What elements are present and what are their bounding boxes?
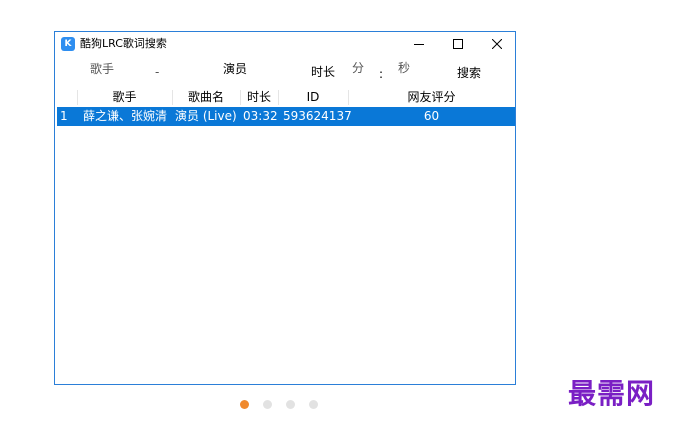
duration-label: 时长 bbox=[311, 65, 336, 79]
minutes-label[interactable]: 分 bbox=[352, 60, 364, 76]
title-bar[interactable]: K 酷狗LRC歌词搜索 bbox=[55, 32, 515, 56]
results-table: 歌手 歌曲名 时长 ID 网友评分 1 薛之谦、张婉清 演员 (Live) 03… bbox=[57, 88, 515, 126]
minimize-button[interactable] bbox=[400, 32, 438, 56]
carousel-dot[interactable] bbox=[309, 400, 318, 409]
cell-duration: 03:32 bbox=[243, 109, 278, 123]
window-title: 酷狗LRC歌词搜索 bbox=[80, 37, 167, 50]
dash-separator: - bbox=[155, 65, 160, 79]
cell-rating: 60 bbox=[423, 109, 440, 123]
table-header: 歌手 歌曲名 时长 ID 网友评分 bbox=[57, 88, 515, 107]
carousel-dot[interactable] bbox=[263, 400, 272, 409]
row-index: 1 bbox=[60, 109, 68, 123]
close-button[interactable] bbox=[478, 32, 516, 56]
seconds-label[interactable]: 秒 bbox=[398, 60, 410, 76]
singer-label: 歌手 bbox=[90, 62, 115, 76]
carousel-dot[interactable] bbox=[286, 400, 295, 409]
carousel-dot[interactable] bbox=[240, 400, 249, 409]
column-header-song[interactable]: 歌曲名 bbox=[172, 88, 240, 107]
song-input[interactable]: 演员 bbox=[223, 61, 247, 77]
cell-song: 演员 (Live) bbox=[175, 109, 237, 123]
column-header-rating[interactable]: 网友评分 bbox=[348, 88, 515, 107]
singer-input[interactable] bbox=[125, 61, 153, 77]
cell-id: 593624137 bbox=[283, 109, 352, 123]
maximize-icon bbox=[453, 39, 463, 49]
table-row[interactable]: 1 薛之谦、张婉清 演员 (Live) 03:32 593624137 60 bbox=[57, 107, 515, 126]
kugou-app-icon: K bbox=[61, 37, 75, 51]
column-header-singer[interactable]: 歌手 bbox=[77, 88, 172, 107]
column-header-duration[interactable]: 时长 bbox=[240, 88, 278, 107]
watermark-logo: 最需网 bbox=[568, 377, 656, 410]
cell-singer: 薛之谦、张婉清 bbox=[83, 109, 168, 123]
minimize-icon bbox=[414, 44, 424, 45]
colon-separator: : bbox=[379, 67, 384, 81]
lrc-search-window: K 酷狗LRC歌词搜索 歌手 - 演员 时长 分 : 秒 搜索 歌手 歌曲名 时… bbox=[54, 31, 516, 385]
close-icon bbox=[492, 39, 502, 49]
search-button[interactable]: 搜索 bbox=[457, 65, 481, 81]
search-bar: 歌手 - 演员 时长 分 : 秒 搜索 bbox=[55, 58, 515, 84]
column-header-id[interactable]: ID bbox=[278, 88, 348, 107]
maximize-button[interactable] bbox=[439, 32, 477, 56]
